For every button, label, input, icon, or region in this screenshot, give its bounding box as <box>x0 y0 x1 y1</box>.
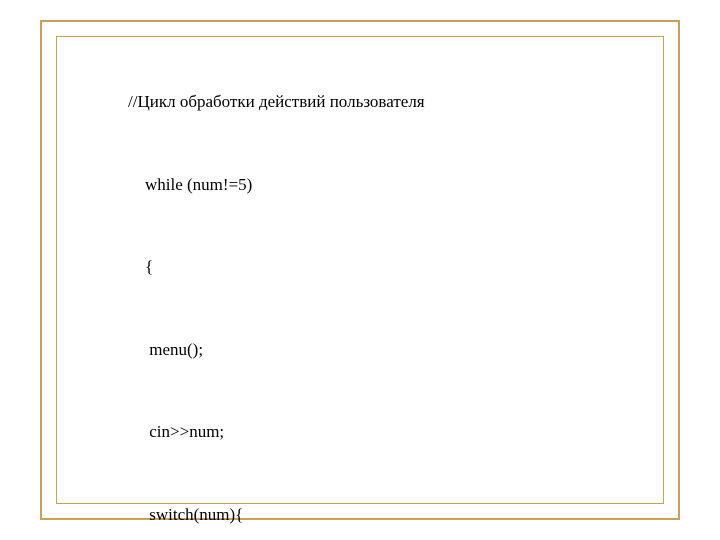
code-line: menu(); <box>128 336 485 364</box>
code-block: //Цикл обработки действий пользователя w… <box>128 33 485 540</box>
code-line: //Цикл обработки действий пользователя <box>128 88 485 116</box>
code-line: switch(num){ <box>128 501 485 529</box>
code-line: { <box>128 253 485 281</box>
code-line: cin>>num; <box>128 418 485 446</box>
code-line: while (num!=5) <box>128 171 485 199</box>
